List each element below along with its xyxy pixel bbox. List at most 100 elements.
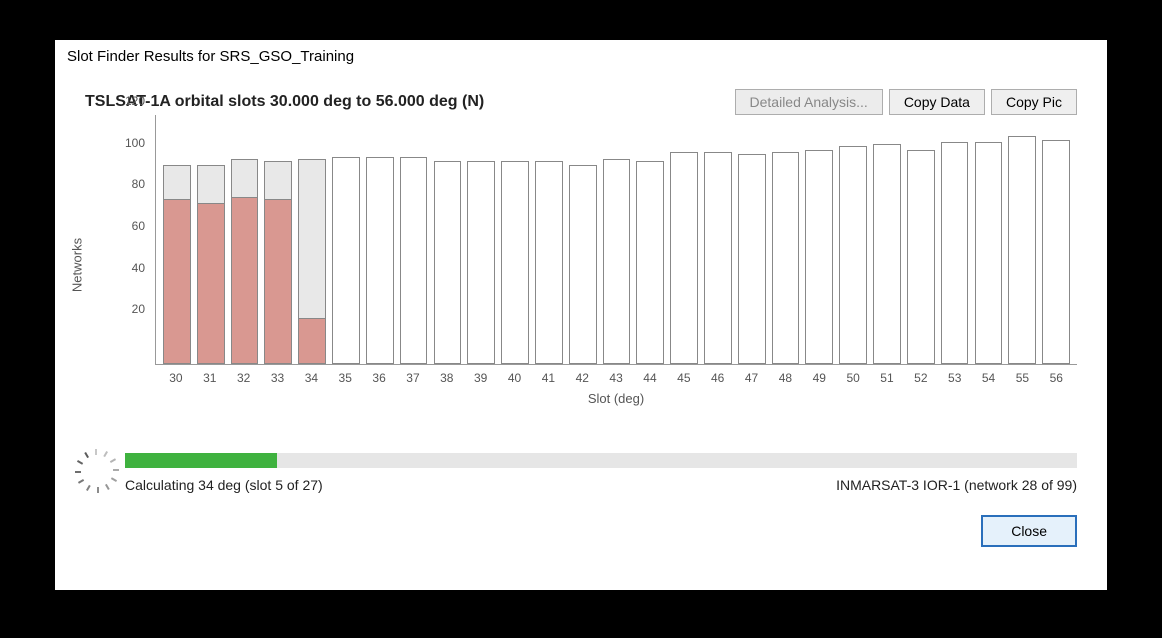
y-axis-label: Networks xyxy=(70,238,85,292)
x-tick: 50 xyxy=(836,367,870,385)
y-tick: 60 xyxy=(132,219,145,233)
bar-total xyxy=(231,159,259,364)
x-tick: 34 xyxy=(294,367,328,385)
x-tick: 45 xyxy=(667,367,701,385)
x-tick: 41 xyxy=(531,367,565,385)
x-tick: 48 xyxy=(768,367,802,385)
x-tick: 52 xyxy=(904,367,938,385)
x-tick: 56 xyxy=(1039,367,1073,385)
x-tick: 32 xyxy=(227,367,261,385)
copy-data-button[interactable]: Copy Data xyxy=(889,89,985,115)
bar-slot xyxy=(261,115,295,364)
bar-slot xyxy=(160,115,194,364)
bar-slot xyxy=(870,115,904,364)
bar-total xyxy=(535,161,563,364)
status-right: INMARSAT-3 IOR-1 (network 28 of 99) xyxy=(836,477,1077,493)
x-tick: 39 xyxy=(464,367,498,385)
x-tick: 36 xyxy=(362,367,396,385)
x-tick: 43 xyxy=(599,367,633,385)
progress-row xyxy=(85,449,1077,471)
chart-toolbar: Detailed Analysis... Copy Data Copy Pic xyxy=(735,89,1077,115)
bar-total xyxy=(298,159,326,364)
bar-slot xyxy=(1039,115,1073,364)
copy-pic-button[interactable]: Copy Pic xyxy=(991,89,1077,115)
x-tick: 51 xyxy=(870,367,904,385)
bar-total xyxy=(941,142,969,364)
bar-total xyxy=(467,161,495,364)
status-left: Calculating 34 deg (slot 5 of 27) xyxy=(125,477,323,493)
close-button[interactable]: Close xyxy=(981,515,1077,547)
bar-calculated xyxy=(299,318,325,363)
bar-slot xyxy=(1005,115,1039,364)
x-tick: 49 xyxy=(802,367,836,385)
bar-total xyxy=(704,152,732,364)
bar-total xyxy=(603,159,631,364)
y-tick: 20 xyxy=(132,302,145,316)
bar-slot xyxy=(667,115,701,364)
bar-slot xyxy=(972,115,1006,364)
status-row: Calculating 34 deg (slot 5 of 27) INMARS… xyxy=(85,477,1077,493)
x-tick: 31 xyxy=(193,367,227,385)
bar-total xyxy=(805,150,833,364)
bar-slot xyxy=(735,115,769,364)
y-tick: 100 xyxy=(125,136,145,150)
bar-slot xyxy=(836,115,870,364)
y-tick: 40 xyxy=(132,261,145,275)
progress-bar xyxy=(125,453,1077,468)
y-axis: 20406080100120 xyxy=(105,115,153,365)
bar-total xyxy=(670,152,698,364)
bar-slot xyxy=(566,115,600,364)
x-tick: 38 xyxy=(430,367,464,385)
bars-container xyxy=(156,115,1077,364)
bar-total xyxy=(738,154,766,364)
x-axis-ticks: 3031323334353637383940414243444546474849… xyxy=(155,367,1077,385)
bar-calculated xyxy=(265,199,291,363)
bar-slot xyxy=(769,115,803,364)
x-tick: 35 xyxy=(328,367,362,385)
bar-slot xyxy=(464,115,498,364)
bar-total xyxy=(366,157,394,365)
bar-total xyxy=(907,150,935,364)
bar-calculated xyxy=(198,203,224,363)
x-tick: 46 xyxy=(701,367,735,385)
bar-total xyxy=(636,161,664,364)
bar-total xyxy=(264,161,292,364)
window-title: Slot Finder Results for SRS_GSO_Training xyxy=(55,40,1107,75)
chart: Networks 20406080100120 3031323334353637… xyxy=(85,115,1077,415)
bar-slot xyxy=(701,115,735,364)
x-tick: 47 xyxy=(735,367,769,385)
dialog-footer: Close xyxy=(85,515,1077,547)
bar-total xyxy=(197,165,225,364)
progress-fill xyxy=(125,453,277,468)
bar-total xyxy=(839,146,867,364)
x-tick: 55 xyxy=(1005,367,1039,385)
x-tick: 37 xyxy=(396,367,430,385)
bar-slot xyxy=(498,115,532,364)
x-tick: 44 xyxy=(633,367,667,385)
bar-slot xyxy=(532,115,566,364)
bar-total xyxy=(1008,136,1036,364)
spinner-icon xyxy=(85,449,107,471)
x-tick: 33 xyxy=(261,367,295,385)
x-tick: 53 xyxy=(938,367,972,385)
y-tick: 120 xyxy=(125,94,145,108)
bar-slot xyxy=(363,115,397,364)
y-tick: 80 xyxy=(132,177,145,191)
bar-slot xyxy=(633,115,667,364)
x-tick: 54 xyxy=(972,367,1006,385)
content-area: TSLSAT-1A orbital slots 30.000 deg to 56… xyxy=(55,89,1107,547)
bar-total xyxy=(400,157,428,365)
bar-total xyxy=(569,165,597,364)
bar-total xyxy=(434,161,462,364)
detailed-analysis-button: Detailed Analysis... xyxy=(735,89,883,115)
x-tick: 30 xyxy=(159,367,193,385)
bar-total xyxy=(332,157,360,365)
bar-calculated xyxy=(232,197,258,363)
bar-calculated xyxy=(164,199,190,363)
bar-slot xyxy=(938,115,972,364)
bar-slot xyxy=(194,115,228,364)
bar-slot xyxy=(397,115,431,364)
dialog-window: Slot Finder Results for SRS_GSO_Training… xyxy=(55,40,1107,590)
bar-total xyxy=(501,161,529,364)
x-tick: 42 xyxy=(565,367,599,385)
